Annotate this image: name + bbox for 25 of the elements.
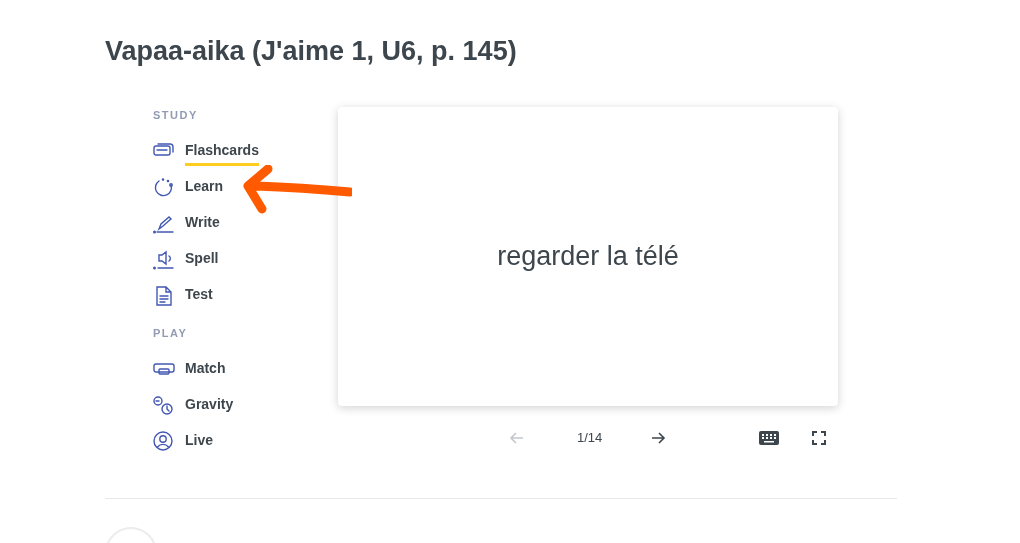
section-heading: STUDY bbox=[153, 108, 199, 123]
keyboard-button[interactable] bbox=[759, 428, 779, 448]
spell-icon bbox=[153, 248, 175, 270]
live-icon bbox=[153, 430, 175, 452]
arrow-left-icon bbox=[509, 430, 525, 446]
sidebar-item[interactable]: Match bbox=[185, 358, 226, 384]
test-icon bbox=[153, 284, 175, 306]
fullscreen-button[interactable] bbox=[809, 428, 829, 448]
sidebar-item[interactable]: Live bbox=[185, 430, 213, 456]
sidebar-item[interactable]: Flashcards bbox=[185, 140, 259, 166]
gravity-icon bbox=[153, 394, 175, 416]
page-title: Vapaa-aika (J'aime 1, U6, p. 145) bbox=[105, 35, 518, 68]
arrow-right-icon bbox=[650, 430, 666, 446]
sidebar-item[interactable]: Gravity bbox=[185, 394, 234, 420]
sidebar-item[interactable]: Write bbox=[185, 212, 220, 238]
keyboard-icon bbox=[759, 431, 779, 445]
sidebar-item[interactable]: Test bbox=[185, 284, 213, 310]
sidebar-item[interactable]: Spell bbox=[185, 248, 219, 274]
sidebar-item[interactable]: Learn bbox=[185, 176, 224, 202]
card-term: regarder la télé bbox=[497, 240, 679, 274]
learn-icon bbox=[153, 176, 175, 198]
fullscreen-icon bbox=[812, 431, 826, 445]
card-counter: 1/14 bbox=[577, 429, 603, 448]
flashcard[interactable]: regarder la télé bbox=[338, 107, 838, 406]
section-heading: PLAY bbox=[153, 326, 189, 341]
